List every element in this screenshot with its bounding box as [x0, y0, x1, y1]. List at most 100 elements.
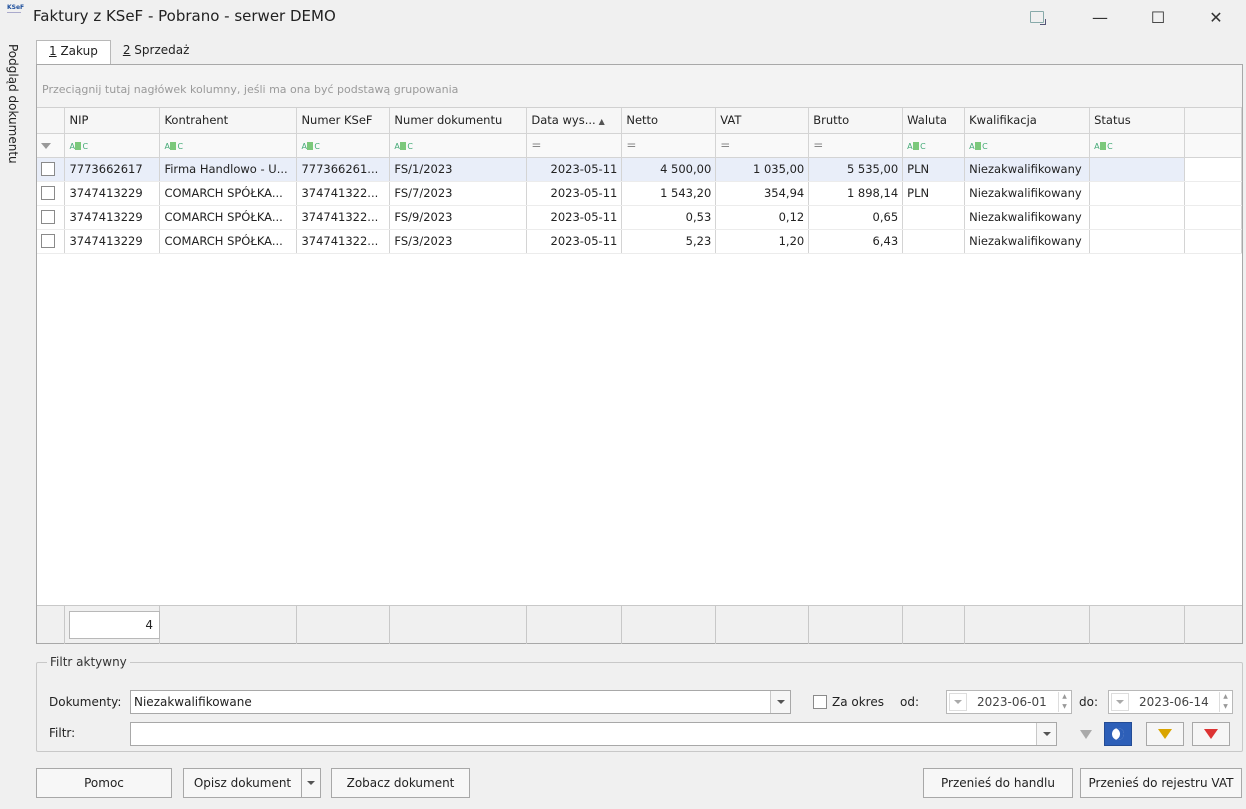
filter-numer-dokumentu[interactable]: AC [389, 133, 528, 158]
describe-document-button[interactable]: Opisz dokument [183, 768, 302, 798]
header-brutto[interactable]: Brutto [808, 108, 904, 134]
footer-cell [37, 606, 65, 644]
header-kontrahent[interactable]: Kontrahent [159, 108, 298, 134]
date-from-field[interactable]: 2023-06-01 ▲ ▼ [946, 690, 1072, 714]
calendar-dropdown-icon[interactable] [949, 693, 967, 711]
cell-numer-dokumentu: FS/3/2023 [389, 229, 528, 254]
chevron-down-icon [307, 781, 315, 785]
table-row[interactable]: 3747413229 COMARCH SPÓŁKA... 374741322..… [37, 205, 1242, 230]
describe-document-dropdown[interactable] [301, 768, 321, 798]
cell-numer-dokumentu: FS/7/2023 [389, 181, 528, 206]
cell-kwalifikacja: Niezakwalifikowany [964, 157, 1091, 182]
filter-data[interactable]: = [526, 133, 623, 158]
group-by-area[interactable]: Przeciągnij tutaj nagłówek kolumny, jeśl… [37, 65, 1242, 108]
footer-cell [297, 606, 390, 644]
za-okres-checkbox[interactable] [813, 695, 827, 709]
clear-filter-button[interactable] [1192, 722, 1230, 746]
filter-kwalifikacja[interactable]: AC [964, 133, 1091, 158]
chevron-down-icon[interactable] [1036, 723, 1056, 745]
cell-vat: 1 035,00 [715, 157, 810, 182]
do-label: do: [1079, 695, 1099, 709]
filter-status[interactable]: AC [1089, 133, 1186, 158]
row-checkbox[interactable] [41, 162, 55, 177]
filter-brutto[interactable]: = [808, 133, 904, 158]
header-waluta[interactable]: Waluta [902, 108, 966, 134]
filter-waluta[interactable]: AC [902, 133, 966, 158]
cell-brutto: 6,43 [808, 229, 904, 254]
footer-cell [1090, 606, 1185, 644]
sort-ascending-icon: ▲ [598, 117, 605, 127]
header-vat[interactable]: VAT [715, 108, 810, 134]
header-select[interactable] [37, 108, 66, 134]
tab-sprzedaz-label: Sprzedaż [130, 43, 190, 57]
chevron-down-icon[interactable] [770, 691, 790, 713]
filter-nip[interactable]: AC [64, 133, 161, 158]
minimize-button[interactable]: — [1077, 0, 1123, 34]
filter-netto[interactable]: = [621, 133, 717, 158]
apply-filter-button[interactable] [1146, 722, 1184, 746]
row-checkbox-cell[interactable] [37, 157, 66, 182]
preview-window-button[interactable] [1014, 0, 1060, 34]
calendar-dropdown-icon[interactable] [1111, 693, 1129, 711]
header-nip[interactable]: NIP [64, 108, 161, 134]
row-checkbox-cell[interactable] [37, 181, 66, 206]
help-button[interactable]: Pomoc [36, 768, 172, 798]
move-to-vat-register-button[interactable]: Przenieś do rejestru VAT [1080, 768, 1242, 798]
date-spinner-icon[interactable]: ▲ ▼ [1219, 692, 1231, 712]
equals-filter-icon: = [626, 138, 637, 152]
table-row[interactable]: 3747413229 COMARCH SPÓŁKA... 374741322..… [37, 181, 1242, 206]
header-data-wystawienia[interactable]: Data wys... ▲ [526, 108, 623, 134]
header-status[interactable]: Status [1089, 108, 1186, 134]
header-kwalifikacja[interactable]: Kwalifikacja [964, 108, 1091, 134]
filter-row-funnel-cell[interactable] [37, 133, 66, 158]
text-filter-icon: AC [164, 142, 183, 151]
cell-filler [1184, 205, 1242, 230]
table-row[interactable]: 3747413229 COMARCH SPÓŁKA... 374741322..… [37, 229, 1242, 254]
header-numer-dokumentu[interactable]: Numer dokumentu [389, 108, 528, 134]
header-numer-ksef[interactable]: Numer KSeF [296, 108, 391, 134]
funnel-clear-icon [1204, 729, 1218, 739]
tab-zakup[interactable]: 1 Zakup [36, 40, 111, 65]
row-checkbox[interactable] [41, 234, 55, 249]
row-checkbox[interactable] [41, 210, 55, 225]
table-row[interactable]: 7773662617 Firma Handlowo - U... 7773662… [37, 157, 1242, 182]
filtr-input[interactable] [130, 722, 1057, 746]
tab-sprzedaz[interactable]: 2 Sprzedaż [111, 40, 202, 64]
row-checkbox[interactable] [41, 186, 55, 201]
moon-icon [1112, 728, 1124, 740]
date-spinner-icon[interactable]: ▲ ▼ [1058, 692, 1070, 712]
preview-icon [1030, 11, 1046, 25]
filter-kontrahent[interactable]: AC [159, 133, 298, 158]
date-to-field[interactable]: 2023-06-14 ▲ ▼ [1108, 690, 1233, 714]
moon-toggle-button[interactable] [1104, 722, 1132, 746]
row-checkbox-cell[interactable] [37, 229, 66, 254]
side-tab-label: Podgląd dokumentu [6, 44, 20, 164]
window-title: Faktury z KSeF - Pobrano - serwer DEMO [33, 7, 336, 25]
filter-vat[interactable]: = [715, 133, 810, 158]
date-to-value: 2023-06-14 [1139, 695, 1209, 709]
cell-kwalifikacja: Niezakwalifikowany [964, 205, 1091, 230]
dokumenty-select[interactable]: Niezakwalifikowane [130, 690, 791, 714]
group-by-hint: Przeciągnij tutaj nagłówek kolumny, jeśl… [42, 83, 459, 96]
row-count-summary: 4 [69, 611, 160, 639]
cell-numer-ksef: 374741322... [296, 181, 391, 206]
text-filter-icon: AC [907, 142, 926, 151]
filter-numer-ksef[interactable]: AC [296, 133, 391, 158]
od-label: od: [900, 695, 920, 709]
cell-brutto: 5 535,00 [808, 157, 904, 182]
row-checkbox-cell[interactable] [37, 205, 66, 230]
cell-netto: 1 543,20 [621, 181, 717, 206]
header-netto[interactable]: Netto [621, 108, 717, 134]
view-document-button[interactable]: Zobacz dokument [331, 768, 470, 798]
cell-waluta: PLN [902, 181, 966, 206]
maximize-button[interactable]: ☐ [1135, 0, 1181, 34]
close-button[interactable]: ✕ [1193, 0, 1239, 34]
cell-data: 2023-05-11 [526, 205, 623, 230]
cell-kontrahent: COMARCH SPÓŁKA... [159, 205, 298, 230]
cell-nip: 3747413229 [64, 205, 161, 230]
equals-filter-icon: = [813, 138, 824, 152]
document-preview-side-tab[interactable]: Podgląd dokumentu [2, 38, 24, 188]
cell-filler [1184, 229, 1242, 254]
move-to-trade-button[interactable]: Przenieś do handlu [923, 768, 1073, 798]
filter-funnel-icon[interactable] [1072, 722, 1100, 746]
